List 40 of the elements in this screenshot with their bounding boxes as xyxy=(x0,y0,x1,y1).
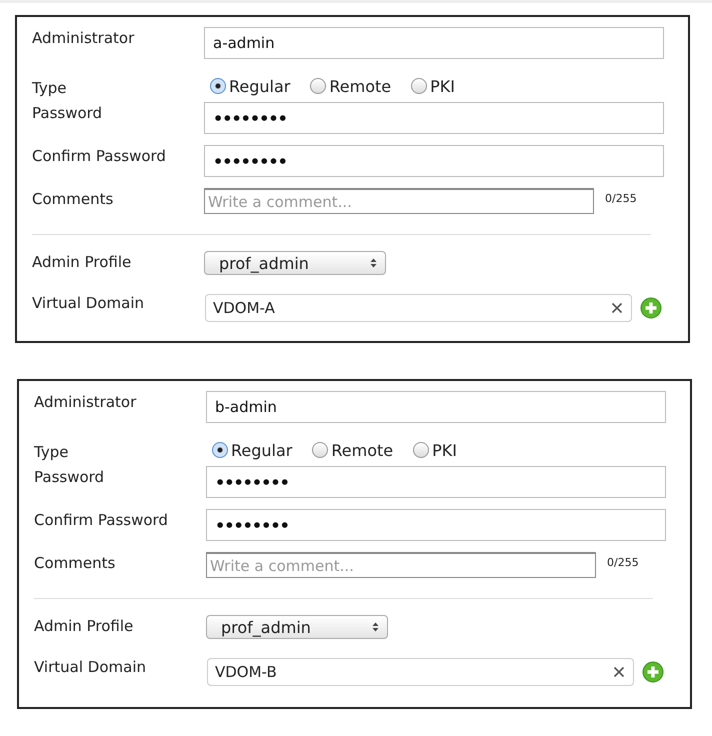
profile-dropdown[interactable]: prof_admin xyxy=(204,251,386,275)
field-label: Virtual Domain xyxy=(34,657,147,676)
radio-option[interactable]: Remote xyxy=(312,440,394,460)
radio-option[interactable]: Regular xyxy=(212,440,292,460)
field-label: Confirm Password xyxy=(34,510,169,529)
field-label: Admin Profile xyxy=(34,616,134,635)
password-field[interactable]: •••••••• xyxy=(204,102,664,134)
field-label: Administrator xyxy=(32,28,136,47)
character-count: 0/255 xyxy=(607,556,639,569)
clear-icon[interactable] xyxy=(613,666,625,678)
comment-field[interactable]: Write a comment... xyxy=(204,188,594,214)
field-label: Virtual Domain xyxy=(32,293,145,312)
password-field[interactable]: •••••••• xyxy=(206,509,666,541)
password-field[interactable]: •••••••• xyxy=(206,466,666,498)
updown-arrows-icon xyxy=(370,258,377,268)
radio-option[interactable]: PKI xyxy=(413,440,457,460)
profile-dropdown[interactable]: prof_admin xyxy=(206,615,388,639)
add-icon[interactable] xyxy=(642,661,664,683)
updown-arrows-icon xyxy=(372,622,379,632)
domain-field[interactable]: VDOM-B xyxy=(207,658,634,686)
field-label: Comments xyxy=(32,189,114,208)
radio-option[interactable]: Remote xyxy=(310,76,392,96)
field-label: Administrator xyxy=(34,392,138,411)
radio-option[interactable]: PKI xyxy=(411,76,455,96)
domain-field[interactable]: VDOM-A xyxy=(205,294,632,322)
field-label: Type xyxy=(34,442,70,461)
administrator-field[interactable]: a-admin xyxy=(204,27,664,59)
password-field[interactable]: •••••••• xyxy=(204,145,664,177)
field-label: Type xyxy=(32,78,68,97)
field-label: Password xyxy=(34,467,106,486)
field-label: Password xyxy=(32,103,104,122)
field-label: Comments xyxy=(34,553,116,572)
clear-icon[interactable] xyxy=(611,302,623,314)
character-count: 0/255 xyxy=(605,192,637,205)
comment-field[interactable]: Write a comment... xyxy=(206,552,596,578)
administrator-field[interactable]: b-admin xyxy=(206,391,666,423)
add-icon[interactable] xyxy=(640,297,662,319)
field-label: Confirm Password xyxy=(32,146,167,165)
field-label: Admin Profile xyxy=(32,252,132,271)
radio-option[interactable]: Regular xyxy=(210,76,290,96)
